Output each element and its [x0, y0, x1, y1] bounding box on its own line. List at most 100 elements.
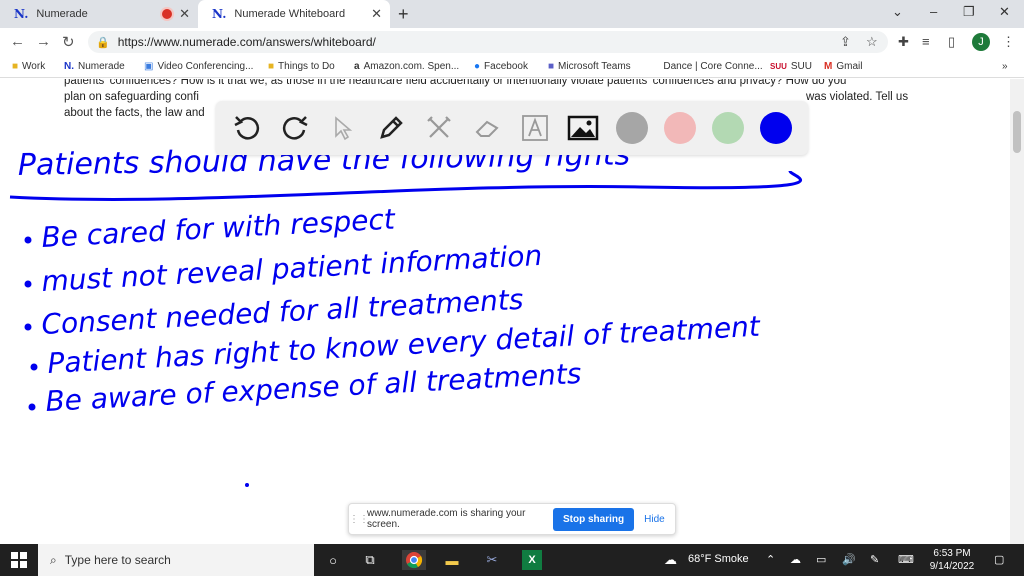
- bookmark-label: Microsoft Teams: [558, 61, 631, 72]
- menu-icon[interactable]: ⋮: [1002, 34, 1015, 50]
- gmail-icon: M: [824, 61, 833, 72]
- teams-icon: ■: [548, 61, 555, 72]
- back-icon[interactable]: ←: [10, 33, 25, 50]
- pointer-icon[interactable]: [326, 111, 360, 145]
- onedrive-icon[interactable]: ☁: [790, 553, 801, 566]
- taskbar-search[interactable]: ⌕ Type here to search: [38, 544, 314, 576]
- scrollbar-thumb[interactable]: [1013, 111, 1021, 153]
- numerade-logo-icon: N.: [212, 7, 227, 21]
- browser-toolbar: ← → ↻ 🔒 https://www.numerade.com/answers…: [0, 28, 1024, 56]
- bookmark-amazon[interactable]: a Amazon.com. Spen...: [354, 61, 459, 72]
- bookmark-label: Things to Do: [278, 61, 335, 72]
- amazon-icon: a: [354, 61, 360, 72]
- share-icon[interactable]: ⇪: [840, 34, 851, 50]
- search-icon: ⌕: [50, 552, 57, 567]
- clock[interactable]: 6:53 PM 9/14/2022: [922, 547, 982, 573]
- page-scrollbar[interactable]: [1010, 79, 1024, 544]
- new-tab-button[interactable]: +: [398, 4, 409, 25]
- text-tool-icon[interactable]: [518, 111, 552, 145]
- hide-button[interactable]: Hide: [644, 514, 665, 525]
- task-view-icon[interactable]: ⧉: [360, 550, 380, 570]
- side-panel-icon[interactable]: ▯: [948, 34, 955, 50]
- close-tab-icon[interactable]: ✕: [179, 6, 190, 22]
- image-icon[interactable]: [566, 111, 600, 145]
- bullet-dot: [24, 323, 32, 331]
- bullet-1: Be cared for with respect: [41, 202, 397, 254]
- chrome-icon[interactable]: [402, 550, 426, 570]
- video-icon: ▣: [144, 61, 154, 72]
- tab-numerade-whiteboard[interactable]: N. Numerade Whiteboard ✕: [198, 0, 390, 28]
- bullet-dot: [30, 363, 38, 371]
- forward-icon[interactable]: →: [36, 33, 51, 50]
- pen-icon[interactable]: [374, 111, 408, 145]
- clock-time: 6:53 PM: [933, 548, 971, 559]
- tools-icon[interactable]: [422, 111, 456, 145]
- redo-icon[interactable]: [278, 111, 312, 145]
- url-text[interactable]: https://www.numerade.com/answers/whitebo…: [118, 35, 376, 49]
- pen-workspace-icon[interactable]: ✎: [870, 553, 879, 566]
- file-explorer-icon[interactable]: ▬: [442, 550, 462, 570]
- bookmark-label: Gmail: [836, 61, 863, 72]
- bookmark-suu[interactable]: SUU SUU: [770, 61, 812, 72]
- bookmark-star-icon[interactable]: ☆: [866, 34, 878, 50]
- search-placeholder[interactable]: Type here to search: [65, 553, 171, 567]
- bookmark-gmail[interactable]: M Gmail: [824, 61, 862, 72]
- weather-icon[interactable]: ☁: [664, 552, 677, 568]
- bookmarks-more-button[interactable]: »: [1002, 61, 1008, 72]
- bookmark-label: Dance | Core Conne...: [663, 61, 763, 72]
- blank-icon: ·: [656, 61, 660, 72]
- drag-handle-icon[interactable]: ⋮⋮: [349, 514, 369, 525]
- numerade-icon: N.: [64, 61, 74, 72]
- color-swatch-blue[interactable]: [760, 112, 792, 144]
- whiteboard-page[interactable]: patients' confidences? How is it that we…: [0, 79, 1024, 544]
- profile-avatar[interactable]: J: [972, 33, 990, 51]
- undo-icon[interactable]: [230, 111, 264, 145]
- cortana-icon[interactable]: ○: [323, 550, 343, 570]
- bookmark-video-conferencing[interactable]: ▣ Video Conferencing...: [144, 61, 253, 72]
- screen-share-bar: ⋮⋮ www.numerade.com is sharing your scre…: [348, 503, 676, 535]
- tab-strip: N. Numerade ✕ N. Numerade Whiteboard ✕ +…: [0, 0, 1024, 28]
- reload-icon[interactable]: ↻: [62, 33, 75, 51]
- excel-icon[interactable]: X: [522, 550, 542, 570]
- bookmark-things-to-do[interactable]: ■ Things to Do: [268, 61, 335, 72]
- color-swatch-pink[interactable]: [664, 112, 696, 144]
- show-hidden-icons-icon[interactable]: ⌃: [766, 553, 775, 566]
- stop-sharing-button[interactable]: Stop sharing: [553, 507, 635, 531]
- bookmark-facebook[interactable]: ● Facebook: [474, 61, 528, 72]
- keyboard-icon[interactable]: ⌨: [898, 553, 914, 566]
- bullet-dot: [24, 236, 32, 244]
- color-swatch-gray[interactable]: [616, 112, 648, 144]
- weather-text[interactable]: 68°F Smoke: [688, 553, 749, 565]
- media-icon[interactable]: ≡: [922, 34, 930, 49]
- color-swatch-green[interactable]: [712, 112, 744, 144]
- restore-button[interactable]: ❐: [963, 4, 975, 20]
- bookmark-dance[interactable]: · Dance | Core Conne...: [656, 61, 763, 72]
- windows-start-icon[interactable]: [9, 550, 29, 570]
- tab-search-button[interactable]: ⌄: [892, 4, 903, 20]
- snipping-tool-icon[interactable]: ✂: [482, 550, 502, 570]
- whiteboard-toolbar: [216, 101, 808, 155]
- stray-dot: [245, 483, 249, 487]
- close-tab-icon[interactable]: ✕: [371, 6, 382, 22]
- bookmark-label: SUU: [790, 61, 813, 72]
- network-icon[interactable]: ▭: [816, 553, 826, 566]
- address-bar[interactable]: 🔒 https://www.numerade.com/answers/white…: [88, 31, 888, 53]
- share-message: www.numerade.com is sharing your screen.: [367, 508, 526, 530]
- lock-icon[interactable]: 🔒: [96, 36, 110, 49]
- notifications-icon[interactable]: ▢: [994, 553, 1004, 566]
- close-window-button[interactable]: ✕: [999, 4, 1010, 20]
- eraser-icon[interactable]: [470, 111, 504, 145]
- clock-date: 9/14/2022: [929, 561, 975, 572]
- volume-icon[interactable]: 🔊: [842, 553, 856, 566]
- bookmark-label: Amazon.com. Spen...: [363, 61, 460, 72]
- minimize-button[interactable]: –: [930, 4, 937, 19]
- bookmark-work[interactable]: ■ Work: [12, 61, 45, 72]
- bullet-dot: [24, 280, 32, 288]
- folder-icon: ■: [12, 61, 19, 72]
- bookmark-microsoft-teams[interactable]: ■ Microsoft Teams: [548, 61, 631, 72]
- tab-label: Numerade Whiteboard: [234, 8, 346, 20]
- recording-icon: [162, 9, 172, 19]
- tab-numerade[interactable]: N. Numerade ✕: [0, 0, 198, 28]
- extensions-icon[interactable]: ✚: [898, 34, 909, 50]
- bookmark-numerade[interactable]: N. Numerade: [64, 61, 125, 72]
